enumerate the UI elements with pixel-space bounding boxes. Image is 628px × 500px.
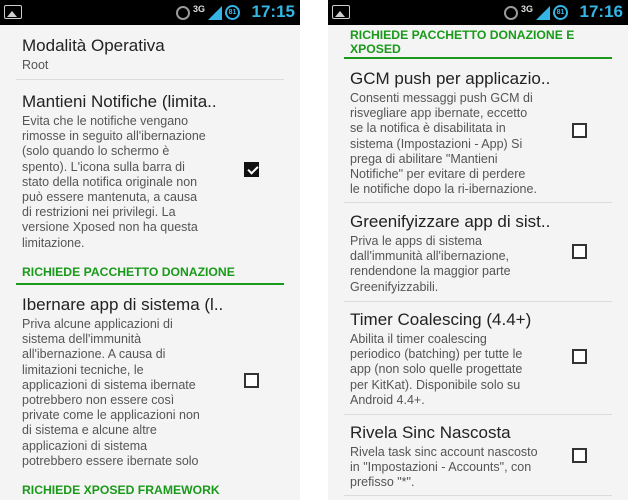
network-type: 3G xyxy=(520,4,533,14)
pref-title: Mantieni Notifiche (limita.. xyxy=(22,92,217,111)
pref-summary: Root xyxy=(22,58,49,72)
signal-icon xyxy=(208,5,222,20)
divider xyxy=(344,202,612,203)
status-clock: 17:15 xyxy=(251,2,295,21)
alarm-icon xyxy=(175,5,190,20)
status-icons: 3G 81 xyxy=(503,4,568,21)
hibernate-system-apps-checkbox[interactable] xyxy=(244,373,259,388)
status-clock: 17:16 xyxy=(579,2,623,21)
divider xyxy=(16,79,284,80)
category-divider xyxy=(16,283,284,285)
gallery-notification-icon xyxy=(332,5,350,19)
pref-title: Rivela Sinc Nascosta xyxy=(350,423,511,442)
pref-title: Modalità Operativa xyxy=(22,36,165,55)
network-type: 3G xyxy=(192,4,205,14)
battery-icon: 81 xyxy=(225,5,240,20)
battery-icon: 81 xyxy=(553,5,568,20)
category-donation-xposed: RICHIEDE PACCHETTO DONAZIONE E XPOSED xyxy=(350,28,575,56)
pref-summary: Priva le apps di sistema dall'immunità a… xyxy=(350,234,511,294)
keep-notifications-checkbox[interactable] xyxy=(244,162,259,177)
status-bar: 3G 81 17:16 xyxy=(328,0,628,25)
pref-summary: Abilita il timer coalescing periodico (b… xyxy=(350,332,523,407)
divider xyxy=(344,495,612,496)
greenifyize-checkbox[interactable] xyxy=(572,244,587,259)
pref-title: Greenifyizzare app di sist.. xyxy=(350,212,551,231)
status-icons: 3G 81 xyxy=(175,4,240,21)
pref-title: Ibernare app di sistema (l.. xyxy=(22,295,224,314)
category-divider xyxy=(344,57,612,59)
category-xposed: RICHIEDE XPOSED FRAMEWORK xyxy=(22,483,220,497)
alarm-icon xyxy=(503,5,518,20)
gallery-notification-icon xyxy=(4,5,22,19)
pref-gcm-push[interactable]: GCM push per applicazio.. Consenti messa… xyxy=(328,68,628,197)
pref-summary: Rivela task sinc account nascosto in "Im… xyxy=(350,445,538,490)
divider xyxy=(344,301,612,302)
left-screen: 3G 81 17:15 Modalità Operativa Root Mant… xyxy=(0,0,300,500)
signal-icon xyxy=(536,5,550,20)
pref-operating-mode[interactable]: Modalità Operativa Root xyxy=(0,35,300,73)
reveal-hidden-sync-checkbox[interactable] xyxy=(572,448,587,463)
divider xyxy=(344,414,612,415)
pref-reveal-hidden-sync[interactable]: Rivela Sinc Nascosta Rivela task sinc ac… xyxy=(328,422,628,491)
pref-greenifyize-system-apps[interactable]: Greenifyizzare app di sist.. Priva le ap… xyxy=(328,211,628,295)
pref-title: GCM push per applicazio.. xyxy=(350,69,551,88)
pref-summary: Priva alcune applicazioni di sistema del… xyxy=(22,317,200,468)
pref-keep-notifications[interactable]: Mantieni Notifiche (limita.. Evita che l… xyxy=(0,91,300,251)
gcm-push-checkbox[interactable] xyxy=(572,123,587,138)
pref-title: Timer Coalescing (4.4+) xyxy=(350,310,532,329)
pref-summary: Evita che le notifiche vengano rimosse i… xyxy=(22,114,206,250)
pref-hibernate-system-apps[interactable]: Ibernare app di sistema (l.. Priva alcun… xyxy=(0,294,300,469)
pref-summary: Consenti messaggi push GCM di risvegliar… xyxy=(350,91,537,197)
pref-timer-coalescing[interactable]: Timer Coalescing (4.4+) Abilita il timer… xyxy=(328,309,628,408)
status-bar: 3G 81 17:15 xyxy=(0,0,300,25)
timer-coalescing-checkbox[interactable] xyxy=(572,349,587,364)
right-screen: 3G 81 17:16 RICHIEDE PACCHETTO DONAZIONE… xyxy=(328,0,628,500)
category-donation: RICHIEDE PACCHETTO DONAZIONE xyxy=(22,265,235,279)
